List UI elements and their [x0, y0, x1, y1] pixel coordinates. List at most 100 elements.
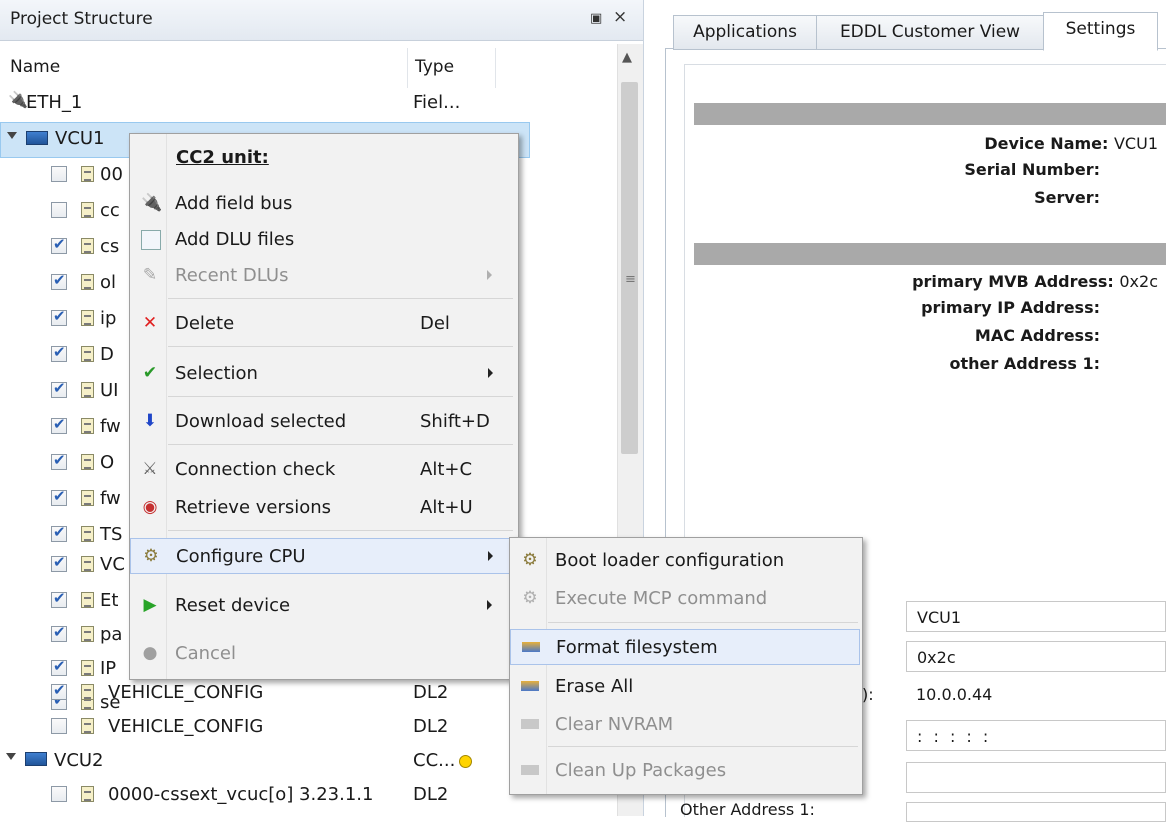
other-address-field-label: Other Address 1: [680, 800, 815, 819]
checkbox[interactable] [51, 379, 67, 398]
menu-item-retrieve-versions[interactable]: ◉ Retrieve versions Alt+U [130, 490, 516, 526]
mac-address-field[interactable]: : : : : : [906, 720, 1166, 751]
row-type: DL2 [413, 716, 449, 737]
menu-item-label: Selection [175, 363, 258, 384]
file-icon [81, 418, 94, 434]
column-separator[interactable] [495, 48, 496, 88]
row-type: Fiel... [413, 92, 461, 113]
tab-settings[interactable]: Settings [1043, 12, 1158, 51]
row-name: VCU2 [54, 750, 104, 771]
checkbox[interactable] [51, 166, 67, 182]
menu-item-label: Reset device [175, 595, 291, 616]
row-name: VEHICLE_CONFIG [108, 716, 264, 737]
file-icon [81, 626, 94, 642]
checkbox[interactable] [51, 451, 67, 470]
expand-icon[interactable] [7, 132, 17, 139]
menu-separator [548, 622, 858, 623]
checkbox[interactable] [51, 553, 67, 572]
menu-item-label: Add DLU files [175, 229, 295, 250]
row-name: UI [100, 380, 119, 401]
checkbox[interactable] [51, 589, 67, 608]
column-separator[interactable] [407, 48, 408, 88]
checkbox[interactable] [51, 235, 67, 254]
menu-item-reset-device[interactable]: ▶ Reset device [130, 588, 516, 624]
retrieve-icon: ◉ [142, 497, 158, 517]
gear-icon: ⚙ [143, 546, 159, 566]
checkbox[interactable] [51, 487, 67, 506]
file-icon [81, 684, 94, 700]
other-address-field[interactable] [906, 802, 1166, 822]
device-icon [26, 131, 48, 145]
checkbox[interactable] [51, 786, 67, 802]
checkbox[interactable] [51, 202, 67, 218]
device-name-field[interactable]: VCU1 [906, 601, 1166, 632]
menu-item-recent-dlus[interactable]: ✎ Recent DLUs [130, 258, 516, 294]
menu-item-connection-check[interactable]: ⚔ Connection check Alt+C [130, 452, 516, 488]
file-icon [81, 526, 94, 542]
menu-item-label: Recent DLUs [175, 265, 289, 286]
menu-item-label: Retrieve versions [175, 497, 332, 518]
menu-item-download-selected[interactable]: ⬇ Download selected Shift+D [130, 404, 516, 440]
file-icon [81, 592, 94, 608]
file-icon [81, 454, 94, 470]
mvb-address-field[interactable]: 0x2c [906, 641, 1166, 672]
menu-item-format-filesystem[interactable]: Format filesystem [510, 629, 860, 665]
checkbox[interactable] [51, 523, 67, 542]
checkbox[interactable] [51, 307, 67, 326]
checkbox[interactable] [51, 415, 67, 434]
row-name: 00 [100, 164, 123, 185]
disk-icon [521, 681, 539, 691]
menu-item-selection[interactable]: ✔ Selection [130, 356, 516, 392]
dlu-file-icon [141, 230, 161, 250]
checkbox[interactable] [51, 718, 67, 734]
menu-item-clean-up-packages[interactable]: Clean Up Packages [510, 753, 860, 789]
checkbox[interactable] [51, 657, 67, 676]
menu-item-execute-mcp-command[interactable]: ⚙ Execute MCP command [510, 581, 860, 617]
menu-item-label: Erase All [555, 676, 634, 697]
menu-item-label: Download selected [175, 411, 347, 432]
menu-item-label: Clear NVRAM [555, 714, 674, 735]
menu-item-boot-loader-configuration[interactable]: ⚙ Boot loader configuration [510, 543, 860, 579]
ip-address-field[interactable]: 10.0.0.44 [906, 680, 1166, 711]
device-icon [25, 752, 47, 766]
file-icon [81, 490, 94, 506]
status-indicator-icon [459, 755, 472, 768]
row-name: D [100, 344, 114, 365]
grip-icon: ≡ [625, 272, 636, 287]
float-window-icon[interactable]: ▣ [590, 11, 602, 26]
menu-item-delete[interactable]: ✕ Delete Del [130, 306, 516, 342]
close-icon[interactable]: × [613, 7, 627, 27]
tree-row-eth1[interactable]: 🔌 ETH_1 Fiel... [0, 86, 617, 122]
checkbox[interactable] [51, 681, 67, 700]
menu-item-configure-cpu[interactable]: ⚙ Configure CPU [130, 538, 516, 574]
menu-item-label: Connection check [175, 459, 336, 480]
expand-icon[interactable] [6, 753, 16, 760]
row-name: Et [100, 590, 119, 611]
delete-icon: ✕ [142, 313, 158, 333]
menu-item-add-dlu-files[interactable]: Add DLU files [130, 222, 516, 258]
submenu-arrow-icon [487, 270, 492, 280]
menu-separator [168, 530, 513, 531]
gear-icon: ⚙ [522, 550, 538, 570]
menu-separator [168, 346, 513, 347]
checkbox[interactable] [51, 623, 67, 642]
tab-applications[interactable]: Applications [673, 15, 817, 50]
menu-separator [168, 298, 513, 299]
scroll-up-icon[interactable]: ▲ [622, 50, 632, 65]
checkbox[interactable] [51, 343, 67, 362]
menu-item-cancel[interactable]: ● Cancel [130, 636, 516, 672]
extra-field[interactable] [906, 762, 1166, 793]
scrollbar-thumb[interactable]: ≡ [621, 82, 638, 454]
file-icon [81, 166, 94, 182]
shortcut-label: Alt+C [420, 459, 473, 480]
other-address-label: other Address 1: [949, 354, 1100, 373]
menu-item-add-field-bus[interactable]: 🔌 Add field bus [130, 186, 516, 222]
menu-item-clear-nvram[interactable]: Clear NVRAM [510, 707, 860, 743]
disk-icon [521, 765, 539, 775]
checkbox[interactable] [51, 271, 67, 290]
tab-eddl-customer-view[interactable]: EDDL Customer View [816, 15, 1044, 50]
column-header-type[interactable]: Type [415, 57, 454, 77]
menu-item-erase-all[interactable]: Erase All [510, 669, 860, 705]
menu-item-label: Clean Up Packages [555, 760, 727, 781]
column-header-name[interactable]: Name [10, 57, 60, 77]
